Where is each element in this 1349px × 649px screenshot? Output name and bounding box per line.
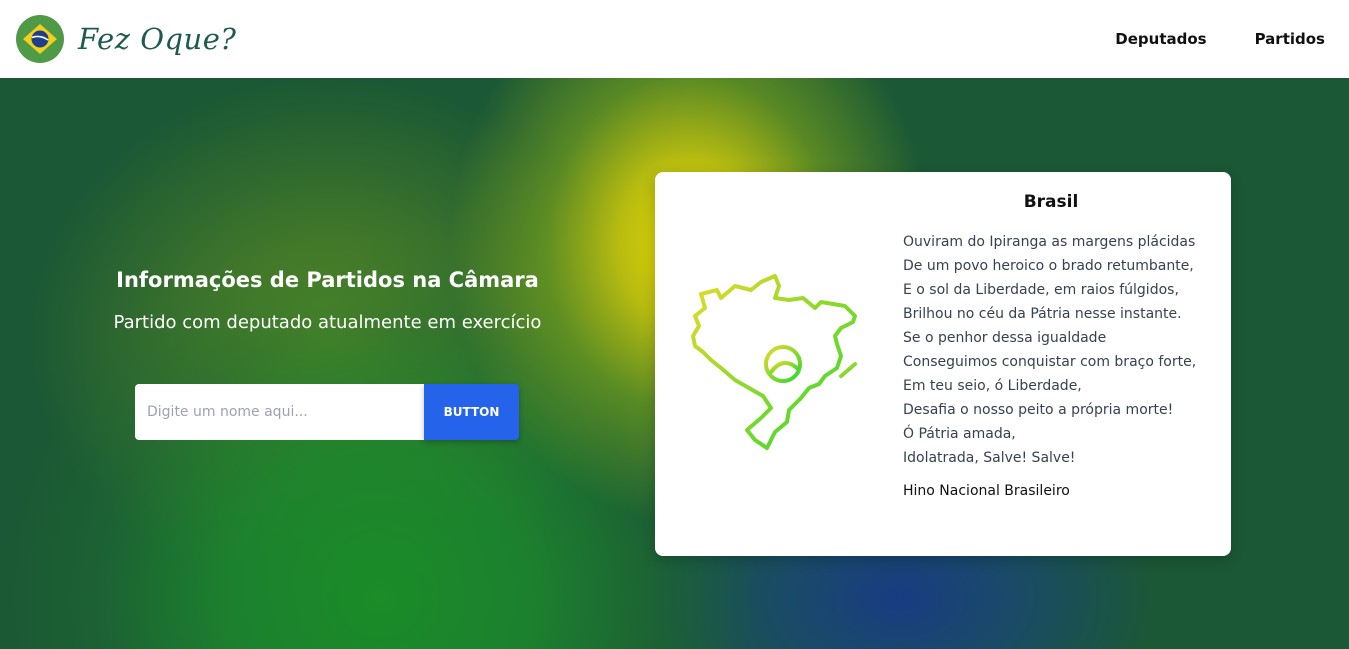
- lyric-line: Desafia o nosso peito a própria morte!: [903, 402, 1174, 418]
- brazil-map-icon: [691, 274, 857, 450]
- lyric-line: Conseguimos conquistar com braço forte,: [903, 354, 1197, 370]
- navbar: Fez Oque? Deputados Partidos: [0, 0, 1349, 78]
- card-title: Brasil: [1023, 192, 1079, 212]
- hero-subtitle: Partido com deputado atualmente em exerc…: [113, 312, 542, 333]
- brazil-flag-icon: [16, 15, 64, 63]
- brand-name: Fez Oque?: [78, 22, 237, 56]
- hero-section: Informações de Partidos na Câmara Partid…: [0, 78, 1349, 649]
- hero-text: Informações de Partidos na Câmara Partid…: [90, 268, 565, 333]
- nav-link-deputados[interactable]: Deputados: [1115, 30, 1206, 48]
- brand-link[interactable]: Fez Oque?: [16, 15, 236, 63]
- lyric-line: Em teu seio, ó Liberdade,: [903, 378, 1082, 394]
- lyric-line: E o sol da Liberdade, em raios fúlgidos,: [903, 282, 1179, 298]
- anthem-lyrics: Ouviram do Ipiranga as margens plácidas …: [903, 230, 1223, 470]
- lyric-line: Ó Pátria amada,: [903, 426, 1016, 442]
- hero-title: Informações de Partidos na Câmara: [116, 268, 539, 292]
- lyric-line: Se o penhor dessa igualdade: [903, 330, 1107, 346]
- lyric-line: De um povo heroico o brado retumbante,: [903, 258, 1194, 274]
- nav-links: Deputados Partidos: [1115, 30, 1325, 48]
- lyric-line: Brilhou no céu da Pátria nesse instante.: [903, 306, 1182, 322]
- search-button[interactable]: BUTTON: [424, 384, 519, 440]
- search-form: BUTTON: [135, 384, 519, 440]
- nav-link-partidos[interactable]: Partidos: [1255, 30, 1325, 48]
- lyric-line: Ouviram do Ipiranga as margens plácidas: [903, 234, 1196, 250]
- anthem-source: Hino Nacional Brasileiro: [903, 483, 1070, 499]
- lyric-line: Idolatrada, Salve! Salve!: [903, 450, 1076, 466]
- anthem-card: Brasil Ouviram do Ipiranga as margens pl…: [655, 172, 1231, 556]
- search-input[interactable]: [135, 384, 424, 440]
